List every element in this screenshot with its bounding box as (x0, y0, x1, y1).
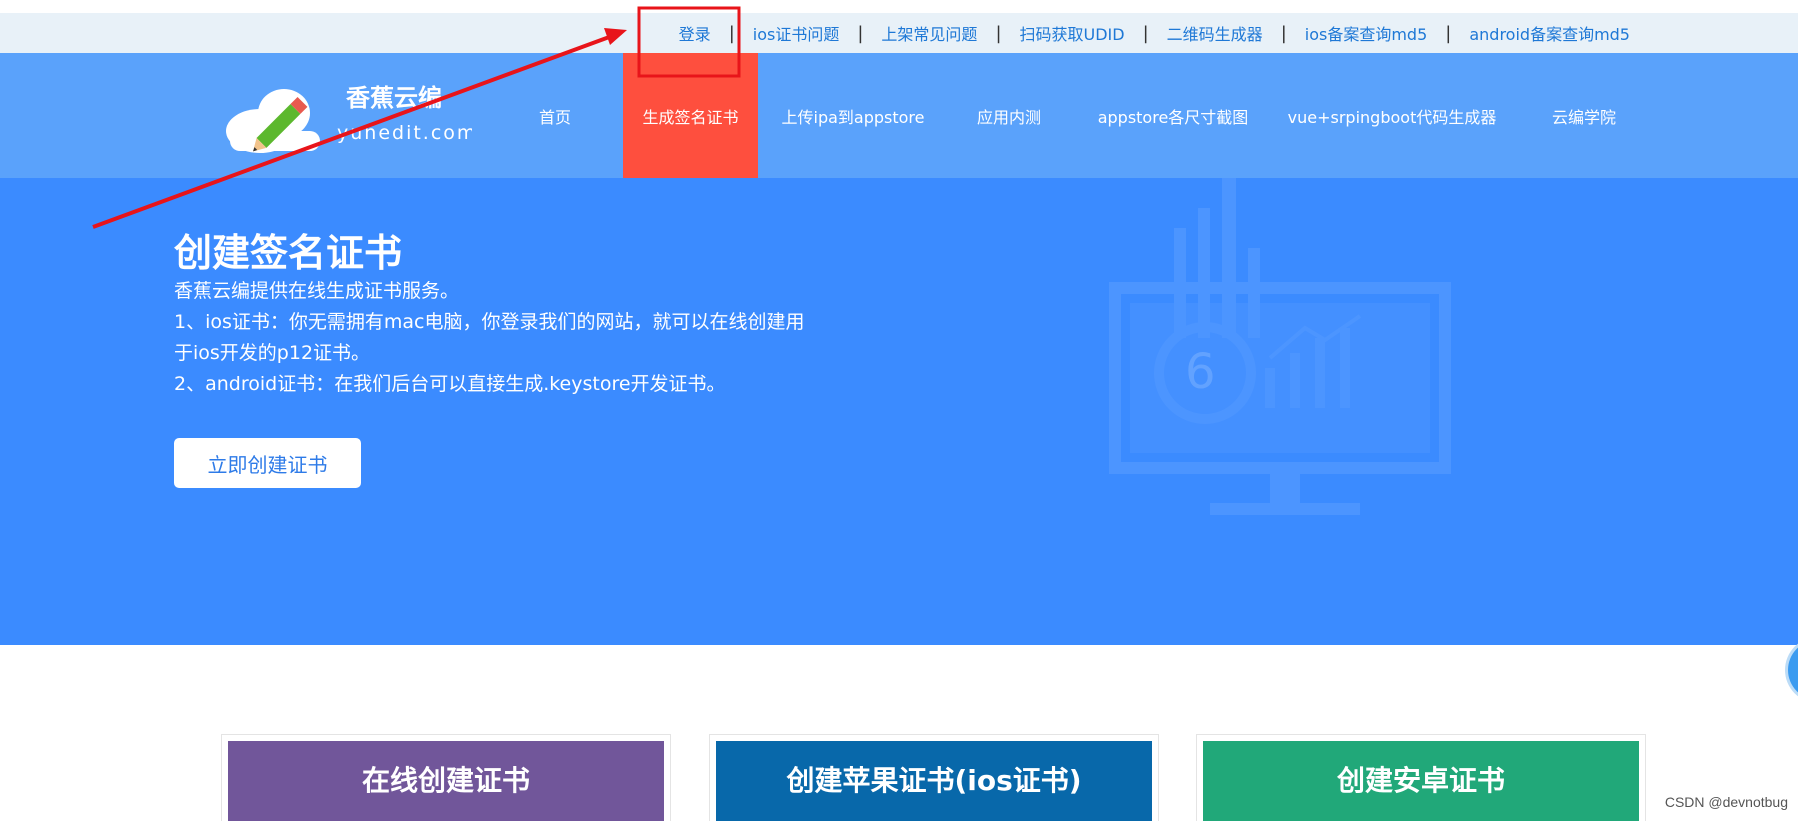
top-link-separator: | (1142, 22, 1149, 44)
monitor-chart-illustration: 6 (1109, 178, 1451, 515)
top-link-separator: | (1280, 22, 1287, 44)
deco-number: 6 (1185, 344, 1216, 400)
nav-appstore-screenshots[interactable]: appstore各尺寸截图 (1092, 53, 1254, 178)
site-logo[interactable]: 香蕉云编 yunedit.com (222, 81, 472, 153)
top-link-android-md5[interactable]: android备案查询md5 (1469, 21, 1630, 45)
top-link-qr-generator[interactable]: 二维码生成器 (1167, 21, 1263, 45)
card-title: 创建苹果证书(ios证书) (716, 741, 1152, 821)
logo-name: 香蕉云编 (346, 84, 442, 112)
main-nav: 香蕉云编 yunedit.com 首页 生成签名证书 上传ipa到appstor… (0, 53, 1798, 178)
nav-code-generator[interactable]: vue+srpingboot代码生成器 (1286, 53, 1498, 178)
top-link-listing-faq[interactable]: 上架常见问题 (881, 21, 977, 45)
card-android-cert[interactable]: 创建安卓证书 (1196, 734, 1646, 821)
hero-line: 香蕉云编提供在线生成证书服务。 (174, 280, 460, 302)
hero-line: 1、ios证书：你无需拥有mac电脑，你登录我们的网站，就可以在线创建用于ios… (174, 311, 805, 364)
nav-app-beta[interactable]: 应用内测 (965, 53, 1053, 178)
create-cert-button[interactable]: 立即创建证书 (174, 438, 361, 488)
top-links: 登录 | ios证书问题 | 上架常见问题 | 扫码获取UDID | 二维码生成… (679, 13, 1798, 53)
hero-banner: 6 创建签名证书 香蕉云编提供在线生成证书服务。 1、ios证书：你无需拥有ma… (0, 178, 1798, 645)
card-title: 在线创建证书 (228, 741, 664, 821)
nav-academy[interactable]: 云编学院 (1544, 53, 1624, 178)
top-link-separator: | (857, 22, 864, 44)
watermark: CSDN @devnotbug (1664, 794, 1788, 810)
top-link-separator: | (1445, 22, 1452, 44)
nav-home[interactable]: 首页 (524, 53, 586, 178)
top-link-separator: | (995, 22, 1002, 44)
top-utility-bar: 登录 | ios证书问题 | 上架常见问题 | 扫码获取UDID | 二维码生成… (0, 13, 1798, 53)
top-link-ios-cert-faq[interactable]: ios证书问题 (753, 21, 840, 45)
top-link-login[interactable]: 登录 (679, 21, 711, 45)
nav-upload-ipa[interactable]: 上传ipa到appstore (778, 53, 928, 178)
floating-help-button[interactable] (1788, 640, 1798, 700)
nav-create-cert[interactable]: 生成签名证书 (623, 53, 758, 178)
top-link-ios-md5[interactable]: ios备案查询md5 (1305, 21, 1428, 45)
hero-description: 香蕉云编提供在线生成证书服务。 1、ios证书：你无需拥有mac电脑，你登录我们… (174, 276, 814, 400)
card-ios-cert[interactable]: 创建苹果证书(ios证书) (709, 734, 1159, 821)
card-online-cert[interactable]: 在线创建证书 (221, 734, 671, 821)
hero-line: 2、android证书：在我们后台可以直接生成.keystore开发证书。 (174, 373, 726, 395)
hero-title: 创建签名证书 (174, 231, 403, 275)
logo-domain: yunedit.com (337, 122, 472, 144)
top-link-separator: | (728, 22, 735, 44)
card-title: 创建安卓证书 (1203, 741, 1639, 821)
top-link-udid[interactable]: 扫码获取UDID (1020, 21, 1125, 45)
